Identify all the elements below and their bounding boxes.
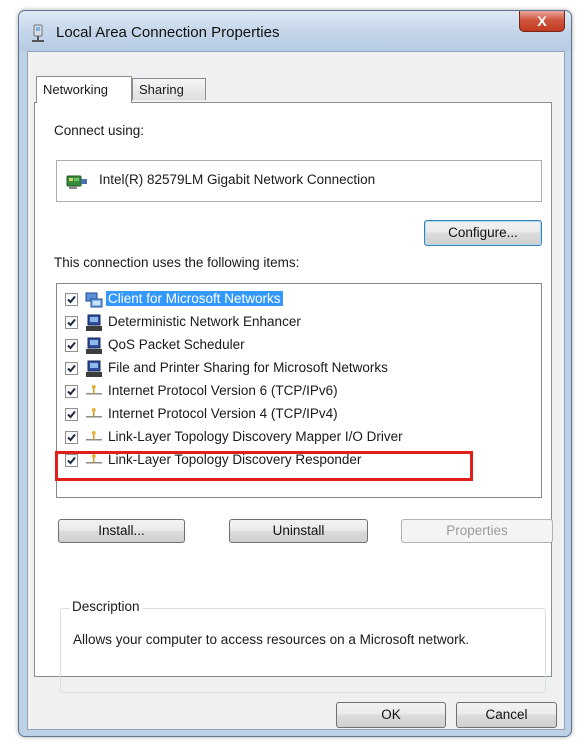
item-checkbox[interactable] xyxy=(65,408,78,421)
cancel-button[interactable]: Cancel xyxy=(456,702,557,728)
service-icon xyxy=(84,336,104,356)
ok-button[interactable]: OK xyxy=(336,702,446,728)
network-connection-icon xyxy=(29,24,47,47)
connect-using-label: Connect using: xyxy=(54,123,145,138)
item-label: Client for Microsoft Networks xyxy=(106,291,283,306)
configure-button[interactable]: Configure... xyxy=(424,220,542,246)
close-button[interactable]: X xyxy=(519,11,565,32)
tab-networking[interactable]: Networking xyxy=(36,76,132,103)
item-label: QoS Packet Scheduler xyxy=(108,337,245,352)
network-adapter-icon xyxy=(66,173,88,194)
description-title: Description xyxy=(69,599,143,614)
protocol-icon xyxy=(84,405,104,425)
dialog-client-area: Networking Sharing Connect using: Intel(… xyxy=(27,51,565,730)
description-text: Allows your computer to access resources… xyxy=(73,632,470,647)
protocol-icon xyxy=(84,428,104,448)
tab-sharing[interactable]: Sharing xyxy=(132,78,206,100)
item-label: File and Printer Sharing for Microsoft N… xyxy=(108,360,388,375)
item-label: Internet Protocol Version 4 (TCP/IPv4) xyxy=(108,406,338,421)
item-checkbox[interactable] xyxy=(65,316,78,329)
protocol-icon xyxy=(84,382,104,402)
item-checkbox[interactable] xyxy=(65,339,78,352)
items-label: This connection uses the following items… xyxy=(54,255,300,270)
install-button[interactable]: Install... xyxy=(58,519,185,543)
networking-panel: Connect using: Intel(R) 82579LM Gigabit … xyxy=(34,102,553,693)
item-checkbox[interactable] xyxy=(65,293,78,306)
item-checkbox[interactable] xyxy=(65,385,78,398)
description-group: Description Allows your computer to acce… xyxy=(60,599,546,693)
item-checkbox[interactable] xyxy=(65,362,78,375)
service-icon xyxy=(84,313,104,333)
ipv4-highlight-annotation xyxy=(55,451,473,481)
client-network-icon xyxy=(84,290,104,310)
uninstall-button[interactable]: Uninstall xyxy=(229,519,368,543)
item-label: Internet Protocol Version 6 (TCP/IPv6) xyxy=(108,383,338,398)
adapter-field: Intel(R) 82579LM Gigabit Network Connect… xyxy=(56,160,542,202)
list-item[interactable]: Client for Microsoft Networks xyxy=(57,289,527,311)
list-item[interactable]: Internet Protocol Version 6 (TCP/IPv6) xyxy=(57,381,527,403)
window-title: Local Area Connection Properties xyxy=(56,24,280,41)
list-item[interactable]: Deterministic Network Enhancer xyxy=(57,312,527,334)
item-checkbox[interactable] xyxy=(65,431,78,444)
tab-strip: Networking Sharing xyxy=(34,76,434,103)
properties-button[interactable]: Properties xyxy=(401,519,553,543)
adapter-name: Intel(R) 82579LM Gigabit Network Connect… xyxy=(99,172,376,187)
item-label: Deterministic Network Enhancer xyxy=(108,314,301,329)
properties-window: Local Area Connection Properties X Netwo… xyxy=(18,10,572,737)
title-bar[interactable]: Local Area Connection Properties X xyxy=(19,11,571,51)
list-item[interactable]: Link-Layer Topology Discovery Mapper I/O… xyxy=(57,427,527,449)
service-icon xyxy=(84,359,104,379)
list-item[interactable]: File and Printer Sharing for Microsoft N… xyxy=(57,358,527,380)
list-item[interactable]: Internet Protocol Version 4 (TCP/IPv4) xyxy=(57,404,527,426)
list-item[interactable]: QoS Packet Scheduler xyxy=(57,335,527,357)
item-label: Link-Layer Topology Discovery Mapper I/O… xyxy=(108,429,403,444)
